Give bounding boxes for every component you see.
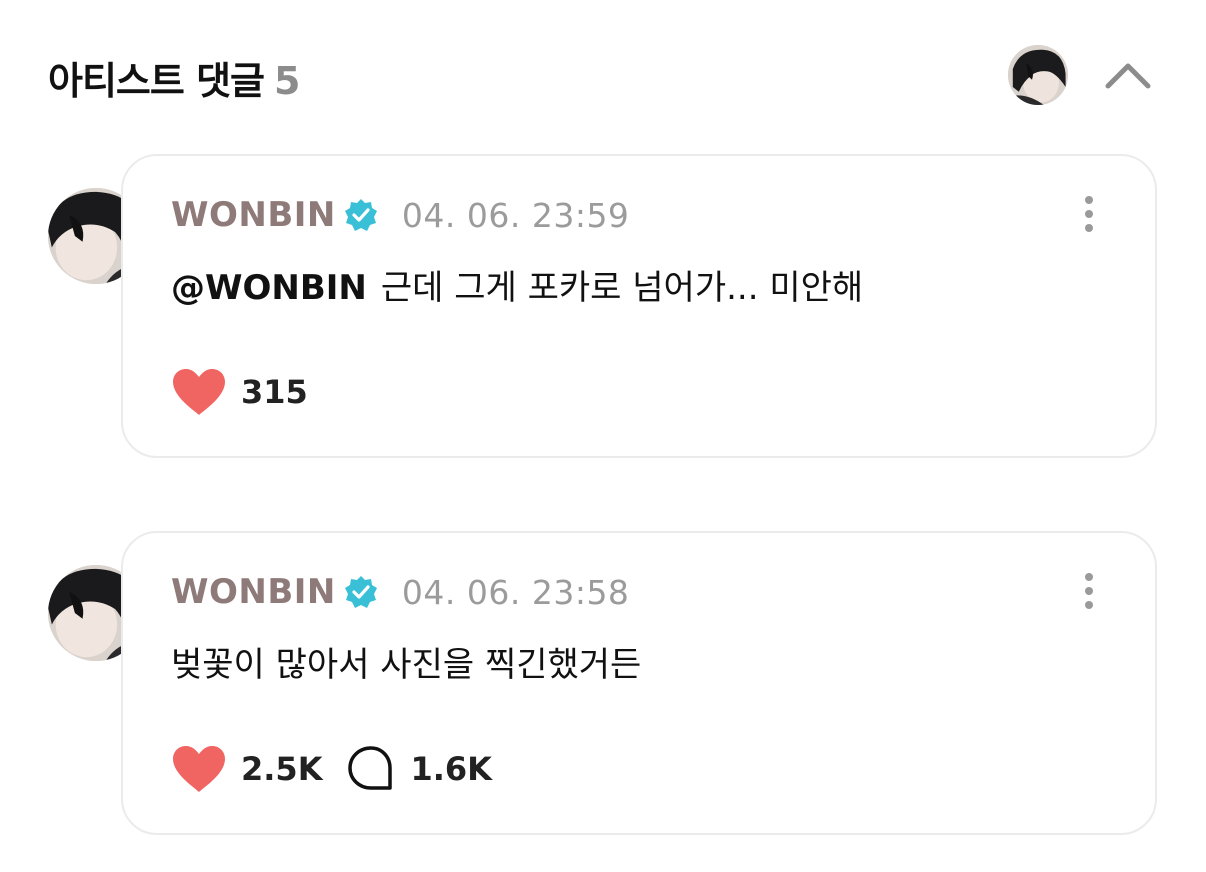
section-title: 아티스트 댓글 5 [48, 50, 300, 105]
comment-meta: WONBIN 04. 06. 23:58 [171, 571, 629, 613]
verified-badge-icon [344, 576, 377, 608]
comment-author[interactable]: WONBIN [171, 195, 336, 235]
reply-button[interactable]: 1.6K [346, 744, 492, 794]
more-vertical-icon [1085, 573, 1093, 581]
comment-text: @WONBIN 근데 그게 포카로 넘어가... 미안해 [171, 260, 863, 309]
more-vertical-icon [1085, 196, 1093, 204]
comment-card: WONBIN 04. 06. 23:58 벚꽃이 많아서 사진을 찍긴했거든 2… [121, 531, 1157, 835]
reply-count: 1.6K [410, 750, 492, 788]
more-dot [1085, 210, 1093, 218]
comment-actions: 315 [171, 364, 308, 420]
comment-body: 근데 그게 포카로 넘어가... 미안해 [380, 268, 864, 308]
comment-count: 5 [274, 59, 300, 103]
more-options-button[interactable] [1077, 569, 1101, 613]
more-dot [1085, 224, 1093, 232]
comment-meta: WONBIN 04. 06. 23:59 [171, 194, 629, 236]
like-button[interactable]: 315 [171, 367, 308, 417]
artist-avatar[interactable] [1008, 45, 1068, 105]
collapse-button[interactable] [1100, 50, 1156, 100]
like-count: 315 [241, 373, 308, 411]
like-button[interactable]: 2.5K [171, 744, 322, 794]
comment-text: 벚꽃이 많아서 사진을 찍긴했거든 [171, 637, 641, 686]
more-options-button[interactable] [1077, 192, 1101, 236]
comment-actions: 2.5K 1.6K [171, 741, 492, 797]
artist-comments-panel: 아티스트 댓글 5 WONBIN 04. 06. 23:59 @WONBIN 근… [0, 0, 1206, 872]
more-dot [1085, 601, 1093, 609]
comment-timestamp: 04. 06. 23:59 [401, 195, 630, 235]
comment-body: 벚꽃이 많아서 사진을 찍긴했거든 [171, 645, 642, 685]
heart-icon [173, 369, 225, 415]
section-header: 아티스트 댓글 5 [0, 0, 1206, 150]
speech-bubble-icon [348, 746, 393, 790]
verified-badge-icon [344, 199, 377, 231]
like-count: 2.5K [241, 750, 323, 788]
comment-author[interactable]: WONBIN [171, 572, 336, 612]
comment-mention[interactable]: @WONBIN [171, 268, 367, 308]
comment-timestamp: 04. 06. 23:58 [401, 572, 630, 612]
more-dot [1085, 587, 1093, 595]
section-title-label: 아티스트 댓글 [48, 59, 265, 103]
artist-photo-icon [1008, 45, 1068, 105]
comment-card: WONBIN 04. 06. 23:59 @WONBIN 근데 그게 포카로 넘어… [121, 154, 1157, 458]
chevron-up-icon [1105, 63, 1151, 89]
heart-icon [173, 746, 225, 792]
